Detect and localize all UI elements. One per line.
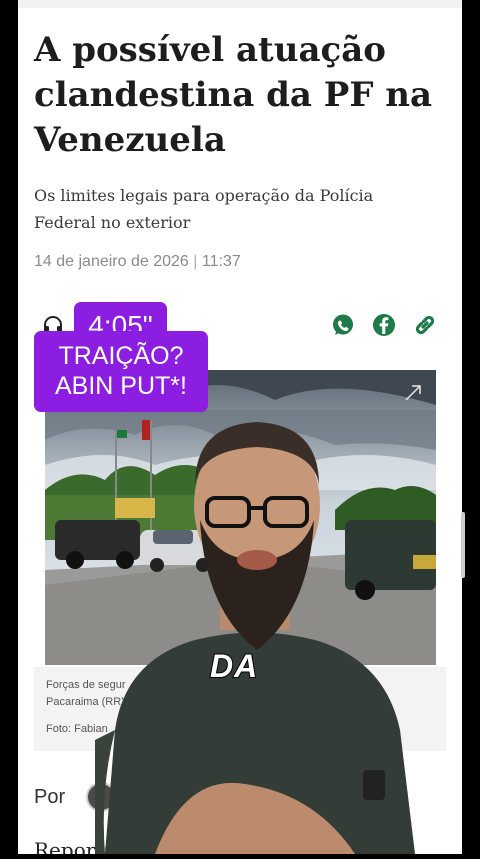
scrollbar[interactable] [461,512,465,578]
whatsapp-icon[interactable] [330,312,356,338]
headline-badge-line2: ABIN PUT*! [55,372,187,400]
publish-time: 11:37 [201,253,241,270]
headline-badge-line1: TRAIÇÃO? [58,342,184,370]
top-bar [18,0,462,8]
article-subtitle: Os limites legais para operação da Políc… [34,186,374,232]
article-title: A possível atuação clandestina da PF na … [34,30,433,160]
link-icon[interactable] [412,312,438,338]
publish-date: 14 de janeiro de 2026 [34,253,189,270]
video-subtitle: DA [209,647,259,685]
publish-dateline: 14 de janeiro de 2026 | 11:37 [34,253,241,271]
facebook-icon[interactable] [371,312,397,338]
headline-badge: TRAIÇÃO? ABIN PUT*! [34,331,208,412]
byline-prefix: Por [34,786,66,808]
presenter-overlay [95,400,415,859]
dateline-separator: | [193,253,198,270]
